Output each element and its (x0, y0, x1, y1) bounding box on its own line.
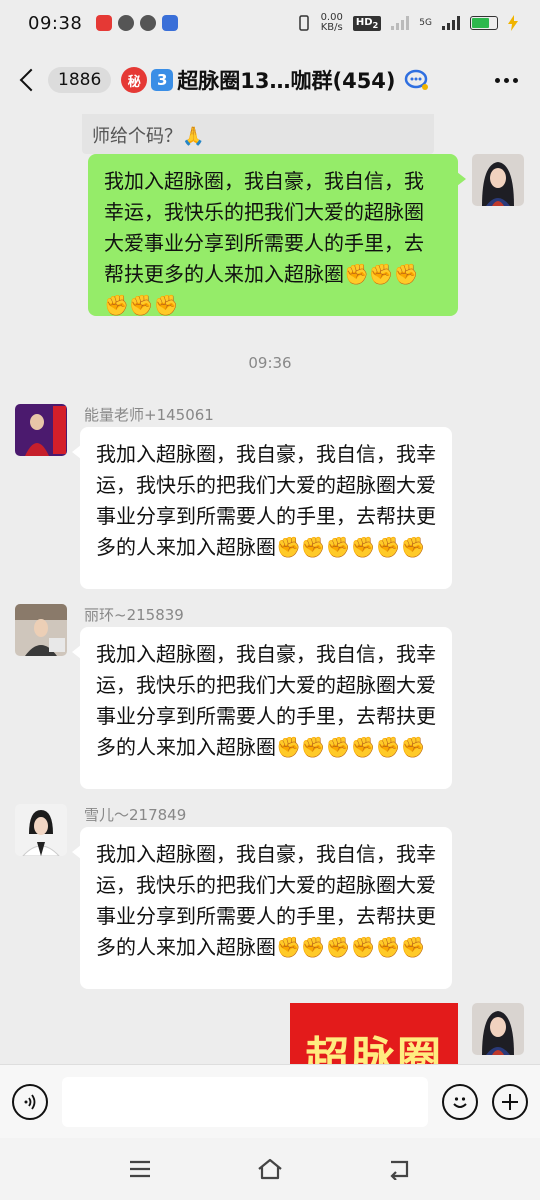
signal2-icon (442, 16, 460, 30)
sender-name: 能量老师+145061 (84, 406, 214, 424)
menu-icon[interactable] (125, 1154, 155, 1184)
sender-name: 丽环~215839 (84, 606, 184, 624)
image-message-text: 超脉圈 (305, 1033, 443, 1065)
avatar-sender-1[interactable] (15, 404, 67, 456)
input-bar (0, 1064, 540, 1138)
avatar-sender-3[interactable] (15, 804, 67, 856)
timestamp: 09:36 (248, 354, 292, 372)
net-speed: 0.00 KB/s (321, 13, 343, 33)
number-badge: 3 (151, 69, 174, 91)
status-notification-icons (96, 15, 179, 31)
app2-notification-icon (162, 15, 179, 31)
sender-name: 雪儿～217849 (84, 806, 187, 824)
avatar-own-2-image (472, 1003, 524, 1055)
avatar-own-image (472, 154, 524, 206)
chat-bubble-icon (404, 69, 428, 90)
message-bubble[interactable]: 我加入超脉圈，我自豪，我自信，我幸运，我快乐的把我们大爱的超脉圈大爱事业分享到所… (72, 827, 452, 989)
chat-title[interactable]: 超脉圈13…咖群(454) (177, 65, 395, 95)
voice-icon[interactable] (12, 1083, 48, 1120)
emoji-icon[interactable] (442, 1083, 478, 1120)
hd-label: HD (355, 16, 373, 28)
avatar-sender-1-image (15, 404, 67, 456)
app-notification-icon (96, 15, 113, 31)
message-bubble-own[interactable]: 我加入超脉圈，我自豪，我自信，我幸运，我快乐的把我们大爱的超脉圈大爱事业分享到所… (88, 154, 466, 317)
more-dots-icon[interactable] (489, 72, 524, 89)
message-bubble[interactable]: 我加入超脉圈，我自豪，我自信，我幸运，我快乐的把我们大爱的超脉圈大爱事业分享到所… (72, 627, 452, 789)
quoted-message: 师给个码？🙏 (82, 114, 434, 154)
video-notification-icon (140, 15, 157, 31)
system-nav-bar (0, 1138, 540, 1200)
home-icon[interactable] (255, 1154, 285, 1184)
avatar-sender-2-image (15, 604, 67, 656)
signal-label: 5G (419, 18, 432, 28)
message-bubble[interactable]: 我加入超脉圈，我自豪，我自信，我幸运，我快乐的把我们大爱的超脉圈大爱事业分享到所… (72, 427, 452, 589)
avatar-own-2[interactable] (472, 1003, 524, 1055)
avatar-own[interactable] (472, 154, 524, 206)
status-right: 0.00 KB/s HD2 5G (297, 13, 518, 33)
battery-icon (470, 16, 498, 30)
charging-icon (508, 15, 518, 31)
hd-icon: HD2 (352, 15, 382, 31)
hd-sub: 2 (372, 19, 379, 30)
message-input[interactable] (62, 1076, 428, 1127)
back-arrow-icon[interactable] (16, 67, 42, 93)
avatar-sender-2[interactable] (15, 604, 67, 656)
vibrate-icon (298, 15, 309, 31)
signal-icon (391, 16, 410, 30)
add-icon[interactable] (492, 1083, 528, 1120)
status-time: 09:38 (28, 12, 83, 34)
return-icon[interactable] (385, 1154, 415, 1184)
status-bar: 09:38 0.00 KB/s HD2 5G (0, 0, 540, 46)
chat-header: 1886 秘 3 超脉圈13…咖群(454) (0, 46, 540, 114)
image-message[interactable]: 超脉圈 (290, 1003, 458, 1064)
avatar-sender-3-image (15, 804, 67, 856)
secret-badge: 秘 (121, 67, 148, 93)
net-speed-unit: KB/s (320, 22, 343, 33)
message-list[interactable]: 师给个码？🙏 我加入超脉圈，我自豪，我自信，我幸运，我快乐的把我们大爱的超脉圈大… (0, 114, 540, 1064)
message-notification-icon (118, 15, 135, 31)
unread-count-badge[interactable]: 1886 (48, 67, 112, 93)
